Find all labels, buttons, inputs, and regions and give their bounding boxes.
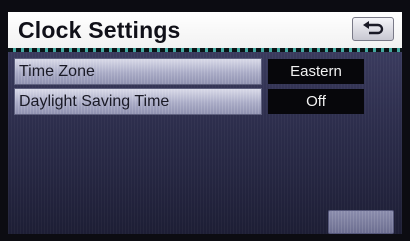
daylight-saving-label: Daylight Saving Time: [14, 88, 262, 115]
setting-row-daylight-saving[interactable]: Daylight Saving Time Off: [14, 88, 394, 115]
title-bar: Clock Settings: [8, 12, 402, 48]
return-arrow-icon: [363, 21, 384, 35]
corner-button[interactable]: [328, 210, 394, 234]
time-zone-value: Eastern: [268, 59, 364, 84]
setting-row-time-zone[interactable]: Time Zone Eastern: [14, 58, 394, 85]
time-zone-label: Time Zone: [14, 58, 262, 85]
back-button[interactable]: [352, 17, 394, 41]
settings-panel: Time Zone Eastern Daylight Saving Time O…: [8, 52, 402, 234]
daylight-saving-value: Off: [268, 89, 364, 114]
page-title: Clock Settings: [18, 17, 181, 43]
